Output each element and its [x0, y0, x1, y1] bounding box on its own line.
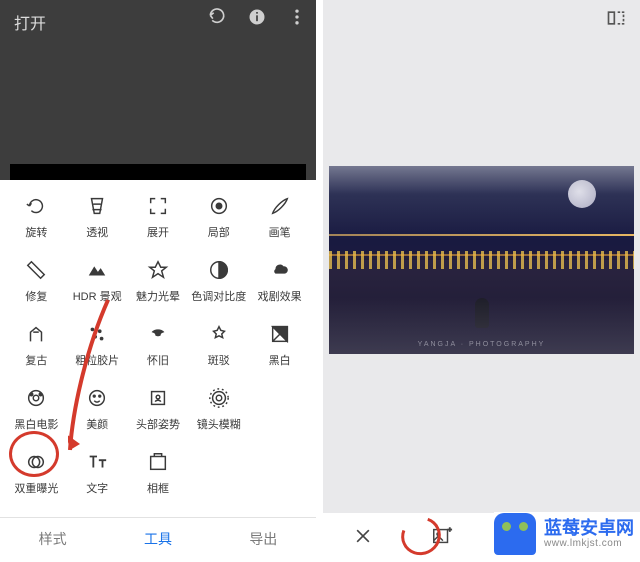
tab-export[interactable]: 导出	[211, 518, 316, 559]
tool-expand[interactable]: 展开	[130, 194, 186, 240]
photo-watermark: YANGJA · PHOTOGRAPHY	[418, 341, 546, 348]
image-strip	[10, 164, 306, 180]
tools-grid: 旋转 透视 展开 局部 画笔 修复 HDR 景观 魅力光晕 色调对比度 戏剧效果…	[0, 180, 316, 496]
tool-label: 怀旧	[147, 355, 169, 367]
tool-double-exposure[interactable]: 双重曝光	[8, 450, 64, 496]
tool-lensblur[interactable]: 镜头模糊	[191, 386, 247, 432]
tool-noir[interactable]: 黑白电影	[8, 386, 64, 432]
tool-glamour[interactable]: 魅力光晕	[130, 258, 186, 304]
tool-portrait[interactable]: 美颜	[69, 386, 125, 432]
tool-selective[interactable]: 局部	[191, 194, 247, 240]
tool-label: 魅力光晕	[136, 291, 180, 303]
image-area: 打开	[0, 0, 316, 180]
tool-label: 斑驳	[208, 355, 230, 367]
site-name: 蓝莓安卓网	[544, 519, 634, 539]
tool-rotate[interactable]: 旋转	[8, 194, 64, 240]
more-icon[interactable]	[286, 6, 308, 28]
tool-label: 局部	[208, 227, 230, 239]
tool-retrolux[interactable]: 怀旧	[130, 322, 186, 368]
tool-text[interactable]: 文字	[69, 450, 125, 496]
tool-brush[interactable]: 画笔	[252, 194, 308, 240]
tool-grunge[interactable]: 斑驳	[191, 322, 247, 368]
site-watermark: 蓝莓安卓网 www.lmkjst.com	[494, 512, 640, 556]
tool-hdr[interactable]: HDR 景观	[69, 258, 125, 304]
tool-label: 画笔	[269, 227, 291, 239]
tool-label: 戏剧效果	[258, 291, 302, 303]
tool-vintage[interactable]: 复古	[8, 322, 64, 368]
person-silhouette	[475, 298, 489, 328]
moon	[568, 180, 596, 208]
tool-label: 镜头模糊	[197, 419, 241, 431]
tool-headpose[interactable]: 头部姿势	[130, 386, 186, 432]
tool-label: 相框	[147, 483, 169, 495]
header-actions	[206, 6, 308, 28]
edited-photo[interactable]: YANGJA · PHOTOGRAPHY	[329, 166, 634, 354]
tool-grainy[interactable]: 粗粒胶片	[69, 322, 125, 368]
tool-label: 黑白	[269, 355, 291, 367]
tool-label: 文字	[86, 483, 108, 495]
compare-icon[interactable]	[606, 8, 626, 33]
open-label[interactable]: 打开	[14, 10, 46, 34]
tool-drama[interactable]: 戏剧效果	[252, 258, 308, 304]
cancel-button[interactable]	[349, 522, 377, 550]
tool-label: 粗粒胶片	[75, 355, 119, 367]
tool-label: 展开	[147, 227, 169, 239]
tool-bw[interactable]: 黑白	[252, 322, 308, 368]
info-icon[interactable]	[246, 6, 268, 28]
site-logo-icon	[494, 513, 536, 555]
site-url: www.lmkjst.com	[544, 538, 634, 549]
tool-frame[interactable]: 相框	[130, 450, 186, 496]
tab-tools[interactable]: 工具	[105, 518, 210, 559]
bottom-tabs: 样式 工具 导出	[0, 517, 316, 559]
tool-label: 旋转	[25, 227, 47, 239]
tool-label: 修复	[25, 291, 47, 303]
tool-tonal[interactable]: 色调对比度	[191, 258, 247, 304]
tool-label: 黑白电影	[14, 419, 58, 431]
tab-styles[interactable]: 样式	[0, 518, 105, 559]
tool-label: 美颜	[86, 419, 108, 431]
tool-label: 头部姿势	[136, 419, 180, 431]
tool-label: 色调对比度	[191, 291, 246, 303]
left-phone-screen: 打开 旋转 透视 展开 局部 画笔 修复 HDR 景观 魅力光晕 色调对比度 戏…	[0, 0, 316, 559]
add-image-button[interactable]	[428, 522, 456, 550]
right-phone-screen: YANGJA · PHOTOGRAPHY	[323, 0, 640, 559]
undo-icon[interactable]	[206, 6, 228, 28]
tool-label: 透视	[86, 227, 108, 239]
tool-label: HDR 景观	[73, 291, 122, 303]
tool-label: 双重曝光	[14, 483, 58, 495]
tool-label: 复古	[25, 355, 47, 367]
tool-healing[interactable]: 修复	[8, 258, 64, 304]
tool-perspective[interactable]: 透视	[69, 194, 125, 240]
